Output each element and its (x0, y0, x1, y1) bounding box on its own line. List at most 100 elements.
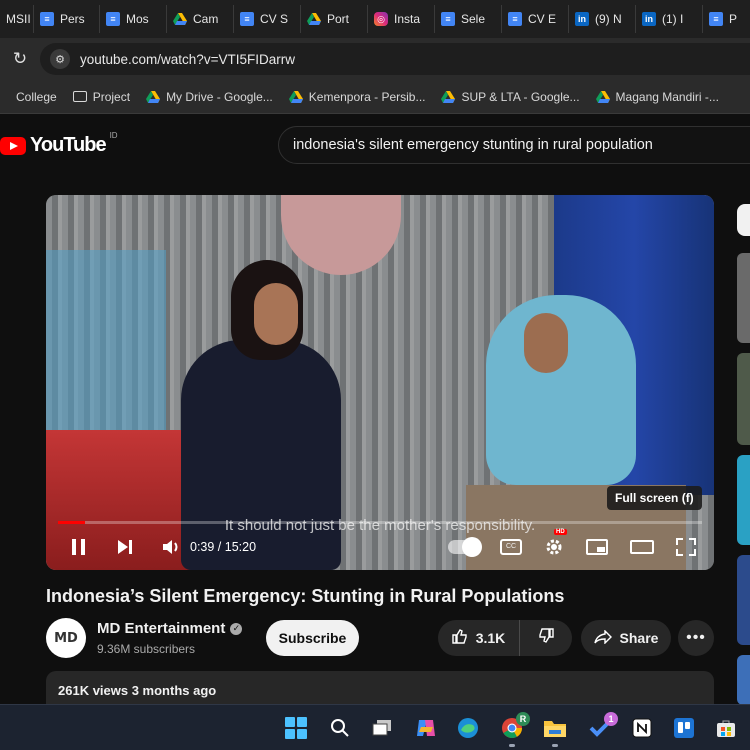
microsoft-store-icon[interactable] (714, 716, 738, 740)
tab-10[interactable]: in (1) I (636, 5, 703, 33)
thumbs-down-icon (538, 628, 554, 648)
progress-fill (58, 521, 86, 524)
running-indicator (552, 744, 558, 747)
tab-label: (1) I (662, 12, 684, 26)
docs-icon: ≡ (441, 12, 455, 26)
dislike-button[interactable] (520, 628, 572, 648)
file-explorer-icon[interactable] (543, 716, 567, 747)
chrome-profile-badge: R (516, 712, 530, 726)
channel-name[interactable]: MD Entertainment ✓ (97, 620, 243, 637)
tab-5[interactable]: Port (301, 5, 368, 33)
recommended-thumbnail[interactable] (737, 353, 750, 445)
address-bar[interactable]: ⚙ youtube.com/watch?v=VTI5FIDarrw (40, 43, 750, 75)
volume-icon[interactable] (162, 539, 182, 555)
bookmark-label: My Drive - Google... (166, 89, 273, 104)
share-button[interactable]: Share (581, 620, 671, 656)
bookmark-sup-lta[interactable]: SUP & LTA - Google... (441, 89, 580, 104)
docs-icon: ≡ (106, 12, 120, 26)
recommended-thumbnail[interactable] (737, 455, 750, 545)
edge-icon[interactable] (456, 716, 480, 740)
drive-icon (441, 90, 456, 103)
youtube-logo[interactable]: YouTube ID (0, 131, 118, 157)
tab-3[interactable]: Cam (167, 5, 234, 33)
bookmark-magang[interactable]: Magang Mandiri -... (595, 90, 719, 104)
screen: MSII ≡ Pers ≡ Mos Cam ≡ CV S Port ◎ Insta ≡ S… (0, 0, 750, 750)
tab-label: (9) N (595, 12, 622, 26)
settings-gear-icon[interactable]: HD (544, 529, 567, 557)
tab-6[interactable]: ◎ Insta (368, 5, 435, 33)
search-input[interactable]: indonesia's silent emergency stunting in… (278, 126, 750, 164)
todo-icon[interactable]: 1 (588, 712, 618, 740)
youtube-play-icon (0, 136, 26, 155)
channel-avatar[interactable]: MD (46, 618, 86, 658)
hd-badge: HD (554, 529, 567, 535)
thumbs-up-icon (452, 628, 468, 648)
like-dislike-group: 3.1K (438, 620, 572, 656)
like-count: 3.1K (475, 630, 506, 646)
bookmark-label: College (16, 89, 57, 104)
drive-icon (146, 90, 161, 103)
tab-1[interactable]: ≡ Pers (34, 5, 100, 33)
tab-11[interactable]: ≡ P (703, 5, 743, 33)
miniplayer-icon[interactable] (586, 539, 608, 555)
recommended-thumbnail[interactable] (737, 253, 750, 343)
tab-label: P (729, 12, 738, 26)
bookmark-college[interactable]: College (16, 90, 57, 104)
tab-8[interactable]: ≡ CV E (502, 5, 569, 33)
bookmark-label: SUP & LTA - Google... (461, 89, 580, 104)
tab-4[interactable]: ≡ CV S (234, 5, 301, 33)
pause-icon[interactable] (70, 538, 88, 556)
tab-2[interactable]: ≡ Mos (100, 5, 167, 33)
chrome-icon[interactable]: R (500, 712, 530, 747)
bookmark-label: Kemenpora - Persib... (308, 89, 426, 104)
fullscreen-icon[interactable] (676, 538, 696, 556)
channel-row: MD MD Entertainment ✓ 9.36M subscribers … (46, 617, 714, 659)
time-display: 0:39 / 15:20 (190, 540, 257, 554)
recommended-thumbnail[interactable] (737, 555, 750, 645)
bookmark-project[interactable]: Project (72, 89, 131, 104)
channel-name-text: MD Entertainment (97, 620, 226, 637)
recommended-thumbnail[interactable] (737, 655, 750, 705)
copilot-icon[interactable] (414, 716, 438, 740)
drive-icon (595, 90, 610, 103)
progress-bar[interactable] (58, 521, 702, 524)
tab-7[interactable]: ≡ Sele (435, 5, 502, 33)
share-label: Share (619, 630, 659, 646)
like-button[interactable]: 3.1K (438, 620, 520, 656)
task-view-icon[interactable] (370, 716, 394, 740)
next-icon[interactable] (116, 539, 134, 555)
notion-icon[interactable] (630, 716, 654, 740)
docs-icon: ≡ (240, 12, 254, 26)
video-player[interactable]: Full screen (f) It should not just be th… (46, 195, 714, 570)
tab-9[interactable]: in (9) N (569, 5, 636, 33)
tab-0[interactable]: MSII (0, 5, 34, 33)
youtube-header: YouTube ID indonesia's silent emergency … (0, 114, 750, 178)
theater-mode-icon[interactable] (630, 540, 654, 554)
linkedin-icon: in (642, 12, 656, 26)
search-icon[interactable] (328, 716, 352, 740)
bookmark-my-drive[interactable]: My Drive - Google... (146, 90, 273, 104)
url-text: youtube.com/watch?v=VTI5FIDarrw (80, 51, 295, 67)
address-row: ↻ ⚙ youtube.com/watch?v=VTI5FIDarrw (0, 38, 750, 80)
bookmark-kemenpora[interactable]: Kemenpora - Persib... (288, 89, 426, 104)
linkedin-icon: in (575, 12, 589, 26)
site-settings-icon[interactable]: ⚙ (50, 49, 70, 69)
sidebar-chip[interactable] (737, 204, 750, 236)
folder-icon (72, 91, 87, 102)
subscribe-button[interactable]: Subscribe (266, 620, 359, 656)
reload-icon[interactable]: ↻ (0, 49, 40, 69)
drive-icon (288, 90, 303, 103)
windows-start-icon[interactable] (284, 716, 308, 740)
player-controls: 0:39 / 15:20 CC HD (46, 529, 714, 565)
tab-label: Cam (193, 12, 219, 26)
more-options-icon[interactable]: ••• (678, 620, 714, 656)
player-right-controls: CC HD (448, 529, 696, 565)
video-frame-person-face (254, 283, 298, 345)
tab-label: Port (327, 12, 350, 26)
autoplay-toggle[interactable] (448, 537, 482, 557)
trello-icon[interactable] (672, 716, 696, 740)
youtube-wordmark: YouTube (30, 134, 107, 156)
search-query: indonesia's silent emergency stunting in… (293, 137, 653, 153)
captions-icon[interactable]: CC (500, 539, 522, 555)
bookmark-label: Project (92, 89, 131, 104)
